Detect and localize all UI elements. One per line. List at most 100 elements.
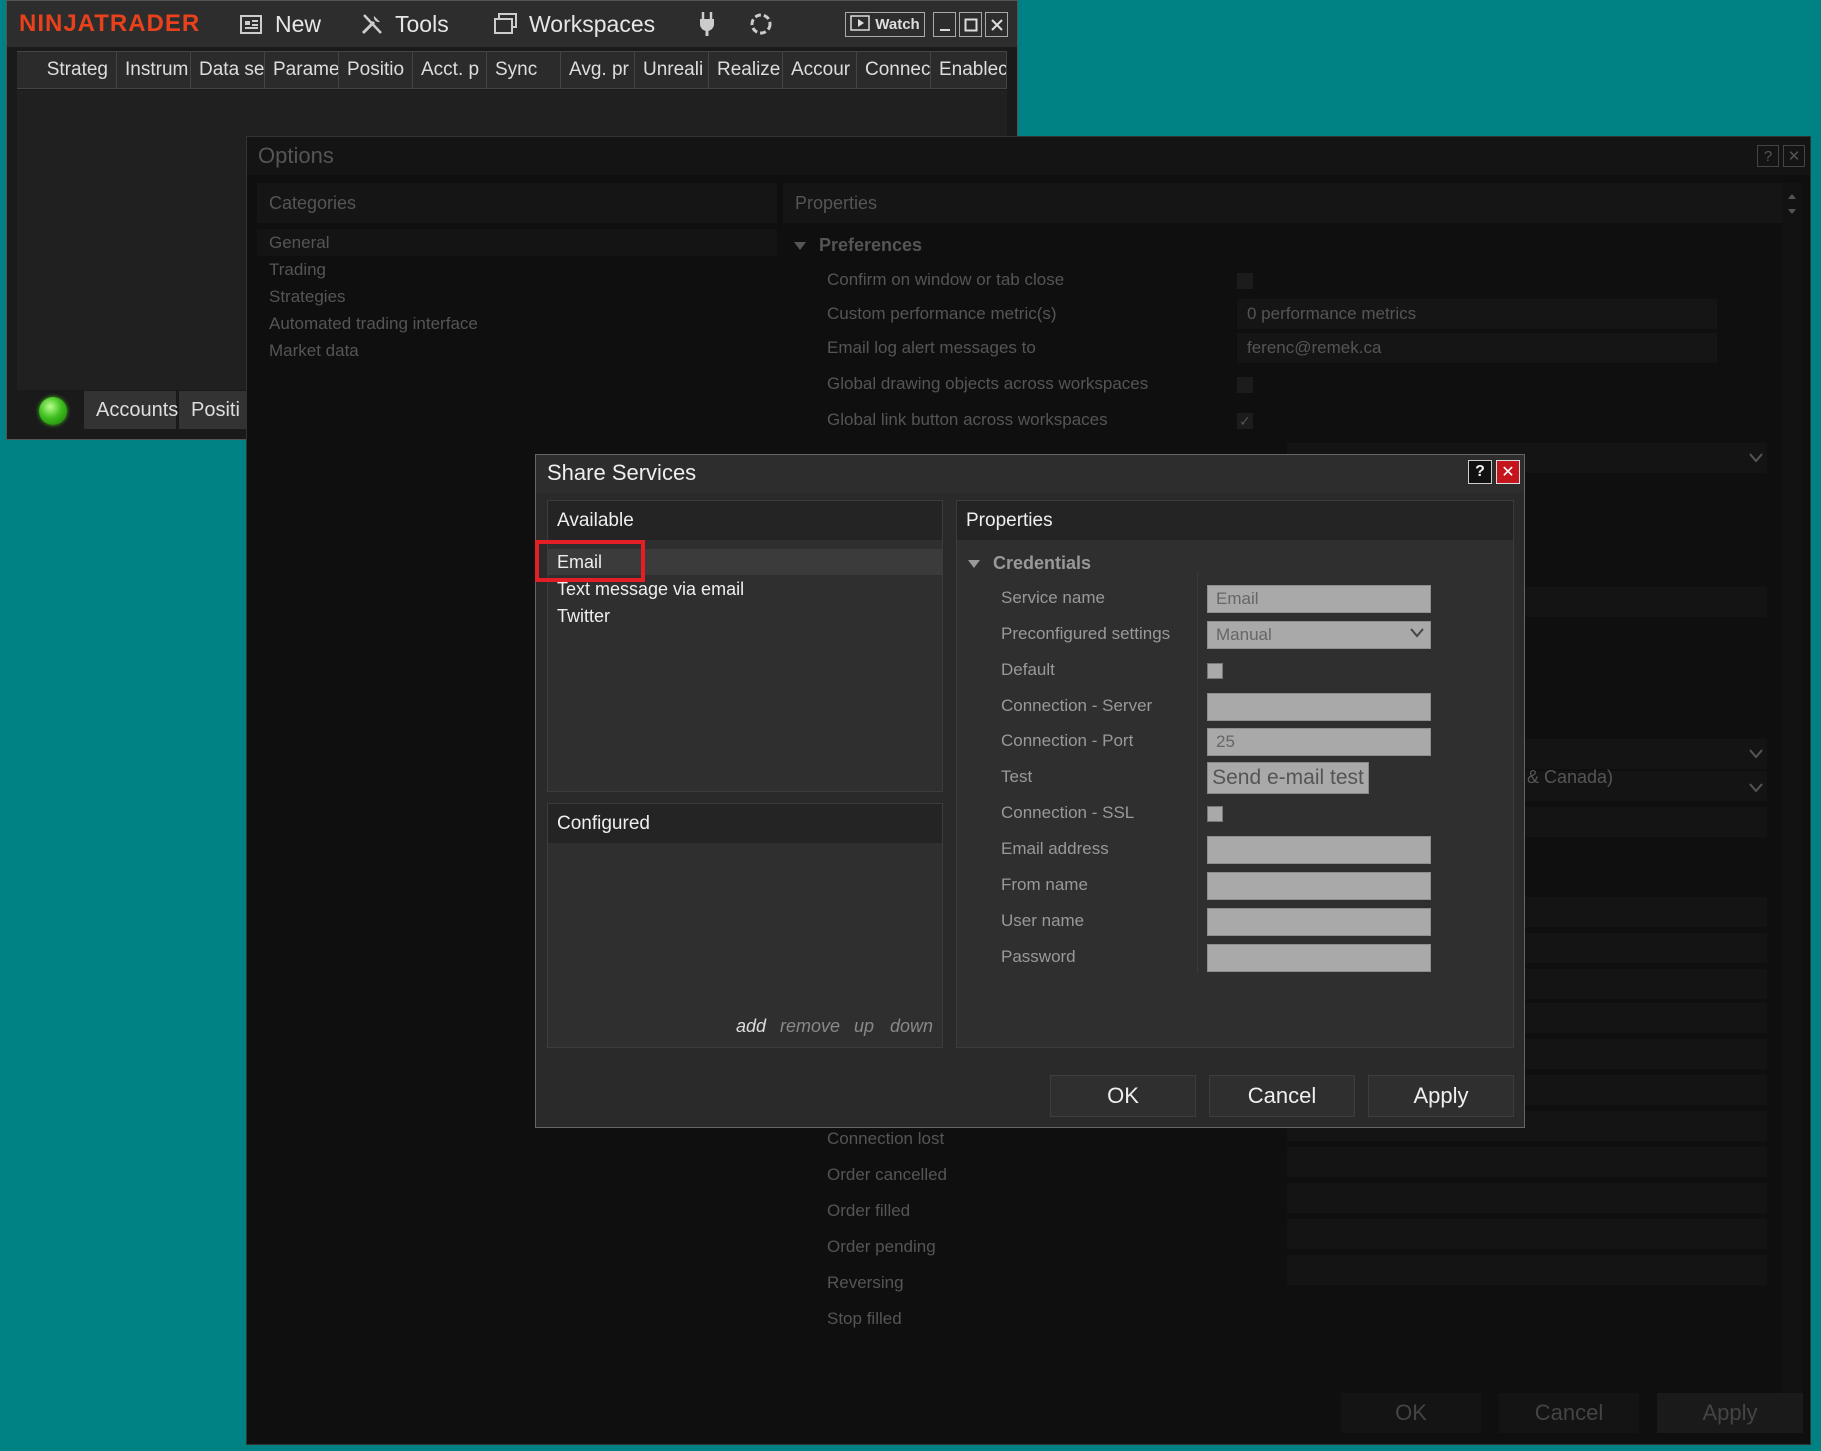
menu-tools[interactable]: Tools bbox=[359, 1, 449, 47]
close-button[interactable] bbox=[985, 12, 1008, 37]
menu-new-label: New bbox=[275, 10, 322, 37]
available-item-email[interactable]: Email bbox=[535, 540, 942, 582]
expand-triangle-icon bbox=[794, 241, 806, 250]
column-header[interactable]: Positio bbox=[339, 52, 413, 88]
property-row-email-address: Email address bbox=[957, 834, 1513, 866]
chevron-down-icon bbox=[1410, 626, 1424, 644]
column-header[interactable]: Avg. pr bbox=[561, 52, 635, 88]
ok-button[interactable]: OK bbox=[1050, 1075, 1196, 1117]
property-label: Connection - Server bbox=[1001, 696, 1153, 715]
column-header[interactable]: Realize bbox=[709, 52, 783, 88]
option-value-bar[interactable] bbox=[1287, 1255, 1767, 1285]
column-header[interactable]: Accour bbox=[783, 52, 857, 88]
available-item-text-message[interactable]: Text message via email bbox=[548, 576, 942, 602]
option-row: Custom performance metric(s) 0 performan… bbox=[827, 299, 1777, 331]
column-header[interactable]: Acct. p bbox=[413, 52, 487, 88]
options-cancel-button[interactable]: Cancel bbox=[1499, 1393, 1639, 1433]
email-address-input[interactable] bbox=[1207, 836, 1431, 864]
apply-button[interactable]: Apply bbox=[1368, 1075, 1514, 1117]
option-row: Global link button across workspaces ✓ bbox=[827, 405, 1777, 437]
strategies-grid-header: Strateg Instrum Data se Parame Positio A… bbox=[17, 51, 1007, 89]
menu-workspaces-label: Workspaces bbox=[529, 10, 656, 37]
password-input[interactable] bbox=[1207, 944, 1431, 972]
configured-header: Configured bbox=[548, 804, 942, 843]
up-link[interactable]: up bbox=[854, 1016, 874, 1037]
options-help-button[interactable]: ? bbox=[1757, 145, 1779, 167]
default-checkbox[interactable] bbox=[1207, 663, 1223, 679]
user-name-input[interactable] bbox=[1207, 908, 1431, 936]
credentials-group[interactable]: Credentials bbox=[967, 553, 1091, 574]
maximize-button[interactable] bbox=[959, 12, 982, 37]
option-value[interactable]: ferenc@remek.ca bbox=[1237, 333, 1717, 363]
column-header[interactable]: Sync bbox=[487, 52, 561, 88]
tab-positions[interactable]: Positi bbox=[179, 391, 249, 429]
option-checkbox[interactable] bbox=[1237, 273, 1253, 289]
column-header[interactable]: Instrum bbox=[117, 52, 191, 88]
available-header: Available bbox=[548, 501, 942, 540]
options-apply-button[interactable]: Apply bbox=[1657, 1393, 1803, 1433]
property-row-port: Connection - Port 25 bbox=[957, 726, 1513, 758]
minimize-button[interactable] bbox=[933, 12, 956, 37]
timezone-value: & Canada) bbox=[1527, 767, 1614, 787]
connection-status-icon bbox=[39, 397, 67, 425]
menu-new[interactable]: New bbox=[239, 1, 321, 47]
property-row-server: Connection - Server bbox=[957, 691, 1513, 723]
column-header[interactable]: Enablec bbox=[931, 52, 1007, 88]
property-row-user-name: User name bbox=[957, 906, 1513, 938]
dialog-close-button[interactable]: ✕ bbox=[1496, 460, 1520, 484]
preconfigured-settings-select[interactable]: Manual bbox=[1207, 621, 1431, 649]
scroll-arrows-icon bbox=[1788, 194, 1796, 214]
watch-button[interactable]: Watch bbox=[845, 12, 925, 37]
category-general[interactable]: General bbox=[257, 229, 777, 256]
send-email-test-button[interactable]: Send e-mail test bbox=[1207, 762, 1369, 794]
column-header[interactable]: Strateg bbox=[17, 52, 117, 88]
option-row: Email log alert messages to ferenc@remek… bbox=[827, 333, 1777, 365]
preferences-group[interactable]: Preferences bbox=[793, 235, 922, 256]
cancel-button[interactable]: Cancel bbox=[1209, 1075, 1355, 1117]
share-services-title: Share Services bbox=[547, 460, 697, 485]
option-label: Reversing bbox=[827, 1273, 904, 1292]
sync-button[interactable] bbox=[748, 1, 784, 47]
new-window-icon bbox=[239, 11, 265, 37]
remove-link[interactable]: remove bbox=[780, 1016, 840, 1037]
column-header[interactable]: Unreali bbox=[635, 52, 709, 88]
property-label: Connection - Port bbox=[1001, 731, 1134, 750]
connect-button[interactable] bbox=[694, 1, 730, 47]
options-close-button[interactable]: ✕ bbox=[1783, 145, 1805, 167]
property-label: User name bbox=[1001, 911, 1085, 930]
tab-accounts[interactable]: Accounts bbox=[84, 391, 178, 429]
option-checkbox[interactable]: ✓ bbox=[1237, 413, 1253, 429]
option-value-bar[interactable] bbox=[1287, 1147, 1767, 1177]
available-item-twitter[interactable]: Twitter bbox=[548, 603, 942, 629]
category-strategies[interactable]: Strategies bbox=[257, 283, 777, 310]
option-checkbox[interactable] bbox=[1237, 377, 1253, 393]
option-value-bar[interactable] bbox=[1287, 1183, 1767, 1213]
add-link[interactable]: add bbox=[736, 1016, 766, 1037]
option-value-bar[interactable] bbox=[1287, 1219, 1767, 1249]
options-title: Options bbox=[258, 143, 334, 168]
control-center-titlebar: NINJATRADER New Tools Workspaces Watch bbox=[7, 1, 1017, 47]
options-scrollbar[interactable] bbox=[1782, 183, 1802, 1393]
category-trading[interactable]: Trading bbox=[257, 256, 777, 283]
category-market-data[interactable]: Market data bbox=[257, 337, 777, 364]
preferences-group-label: Preferences bbox=[819, 235, 923, 255]
column-header[interactable]: Data se bbox=[191, 52, 265, 88]
ninjatrader-logo: NINJATRADER bbox=[19, 10, 201, 37]
ssl-checkbox[interactable] bbox=[1207, 806, 1223, 822]
from-name-input[interactable] bbox=[1207, 872, 1431, 900]
option-value[interactable]: 0 performance metrics bbox=[1237, 299, 1717, 329]
menu-workspaces[interactable]: Workspaces bbox=[493, 1, 655, 47]
service-name-input[interactable]: Email bbox=[1207, 585, 1431, 613]
column-header[interactable]: Parame bbox=[265, 52, 339, 88]
category-automated-trading[interactable]: Automated trading interface bbox=[257, 310, 777, 337]
help-button[interactable]: ? bbox=[1468, 460, 1492, 484]
column-header[interactable]: Connec bbox=[857, 52, 931, 88]
configured-panel: Configured add remove up down bbox=[547, 803, 943, 1048]
properties-header: Properties bbox=[957, 501, 1513, 540]
port-input[interactable]: 25 bbox=[1207, 728, 1431, 756]
server-input[interactable] bbox=[1207, 693, 1431, 721]
share-services-titlebar: Share Services ? ✕ bbox=[536, 455, 1524, 493]
options-ok-button[interactable]: OK bbox=[1341, 1393, 1481, 1433]
down-link[interactable]: down bbox=[890, 1016, 933, 1037]
option-label: Custom performance metric(s) bbox=[827, 304, 1057, 323]
